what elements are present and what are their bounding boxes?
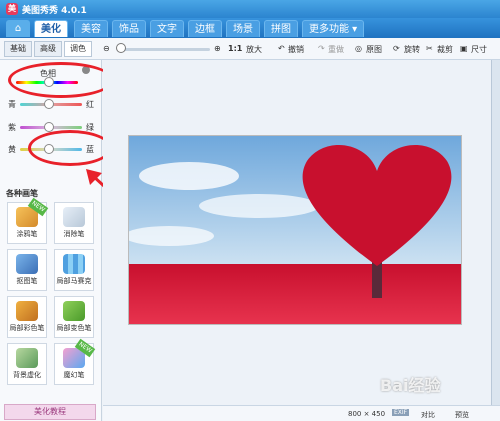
tab-beauty[interactable]: 美容 — [74, 20, 108, 37]
redo-icon[interactable]: ↷ — [318, 44, 325, 53]
watermark: Bai经验 — [380, 376, 441, 395]
magic-brush-label: 魔幻笔 — [63, 371, 85, 379]
more-features-button[interactable]: 更多功能 ▾ — [302, 20, 365, 37]
rotate-icon[interactable]: ⟳ — [393, 44, 400, 53]
local-color-brush-button[interactable]: 局部彩色笔 — [7, 296, 47, 338]
eraser-brush-label: 消除笔 — [63, 230, 85, 238]
tab-beautify[interactable]: 美化 — [34, 20, 68, 37]
recolor-brush-icon — [63, 301, 85, 321]
eraser-brush-button[interactable]: 消除笔 — [54, 202, 94, 244]
rotate-button[interactable]: 旋转 — [404, 44, 420, 55]
zoom-in-icon[interactable]: ⊕ — [214, 44, 221, 53]
yellow-label: 黄 — [8, 145, 16, 154]
subtab-basic[interactable]: 基础 — [4, 41, 32, 57]
magic-brush-button[interactable]: 魔幻笔 NEW — [54, 338, 96, 385]
local-recolor-brush-button[interactable]: 局部变色笔 — [54, 296, 94, 338]
actual-size-button[interactable]: 1:1 — [228, 44, 242, 53]
zoom-out-icon[interactable]: ⊖ — [103, 44, 110, 53]
cutout-brush-label: 抠图笔 — [16, 277, 38, 285]
right-panel[interactable] — [491, 60, 500, 405]
tab-scene[interactable]: 场景 — [226, 20, 260, 37]
status-bar: 800 × 450 EXIF 对比 预览 — [103, 405, 500, 421]
annotation-ellipse-hue — [8, 62, 114, 98]
app-title: 美图秀秀 4.0.1 — [22, 6, 87, 16]
edited-photo[interactable] — [128, 135, 462, 325]
doodle-brush-button[interactable]: 涂鸦笔 NEW — [7, 197, 49, 244]
red-label: 红 — [86, 100, 94, 109]
blur-icon — [16, 348, 38, 368]
subtab-advanced[interactable]: 高级 — [34, 41, 62, 57]
annotation-ellipse-blue — [28, 130, 112, 166]
purple-label: 紫 — [8, 123, 16, 132]
toolbar: 基础 高级 调色 ⊖ ⊕ 1:1 放大 ↶ 撤销 ↷ 重做 ◎ 原图 ⟳ 旋转 … — [0, 38, 500, 60]
subtab-color[interactable]: 调色 — [64, 41, 92, 57]
mosaic-brush-label: 局部马赛克 — [56, 277, 92, 285]
resize-button[interactable]: 尺寸 — [471, 44, 487, 55]
redo-button[interactable]: 重做 — [328, 44, 344, 55]
more-features-label: 更多功能 — [309, 24, 349, 35]
main-menu: ⌂ 美化 美容 饰品 文字 边框 场景 拼图 更多功能 ▾ — [0, 18, 500, 38]
tab-border[interactable]: 边框 — [188, 20, 222, 37]
title-bar: 美 美图秀秀 4.0.1 — [0, 0, 500, 18]
zoom-slider-handle[interactable] — [116, 43, 126, 53]
doodle-brush-label: 涂鸦笔 — [16, 230, 38, 238]
crop-icon[interactable]: ✂ — [426, 44, 433, 53]
eraser-icon — [63, 207, 85, 227]
undo-button[interactable]: 撤销 — [288, 44, 304, 55]
resize-icon[interactable]: ▣ — [460, 44, 468, 53]
color-brush-icon — [16, 301, 38, 321]
undo-icon[interactable]: ↶ — [278, 44, 285, 53]
background-blur-label: 背景虚化 — [13, 371, 41, 379]
home-icon[interactable]: ⌂ — [6, 20, 30, 37]
mosaic-brush-button[interactable]: 局部马赛克 — [54, 249, 94, 291]
image-size: 800 × 450 — [348, 410, 386, 418]
background-blur-button[interactable]: 背景虚化 — [7, 343, 47, 385]
enlarge-button[interactable]: 放大 — [246, 44, 262, 55]
cyan-red-slider-handle[interactable] — [44, 99, 54, 109]
crop-button[interactable]: 裁剪 — [437, 44, 453, 55]
local-color-brush-label: 局部彩色笔 — [9, 324, 45, 332]
cutout-brush-button[interactable]: 抠图笔 — [7, 249, 47, 291]
tab-text[interactable]: 文字 — [150, 20, 184, 37]
tab-collage[interactable]: 拼图 — [264, 20, 298, 37]
compare-button[interactable]: 对比 — [421, 410, 435, 420]
app-logo-icon: 美 — [6, 3, 18, 15]
cutout-pen-icon — [16, 254, 38, 274]
tutorial-button[interactable]: 美化教程 — [4, 404, 96, 420]
preview-button[interactable]: 预览 — [455, 410, 469, 420]
cyan-label: 青 — [8, 100, 16, 109]
original-icon[interactable]: ◎ — [355, 44, 362, 53]
local-recolor-brush-label: 局部变色笔 — [56, 324, 92, 332]
original-button[interactable]: 原图 — [366, 44, 382, 55]
mosaic-icon — [63, 254, 85, 274]
zoom-slider[interactable] — [120, 48, 210, 51]
exif-button[interactable]: EXIF — [392, 409, 410, 416]
tab-accessories[interactable]: 饰品 — [112, 20, 146, 37]
